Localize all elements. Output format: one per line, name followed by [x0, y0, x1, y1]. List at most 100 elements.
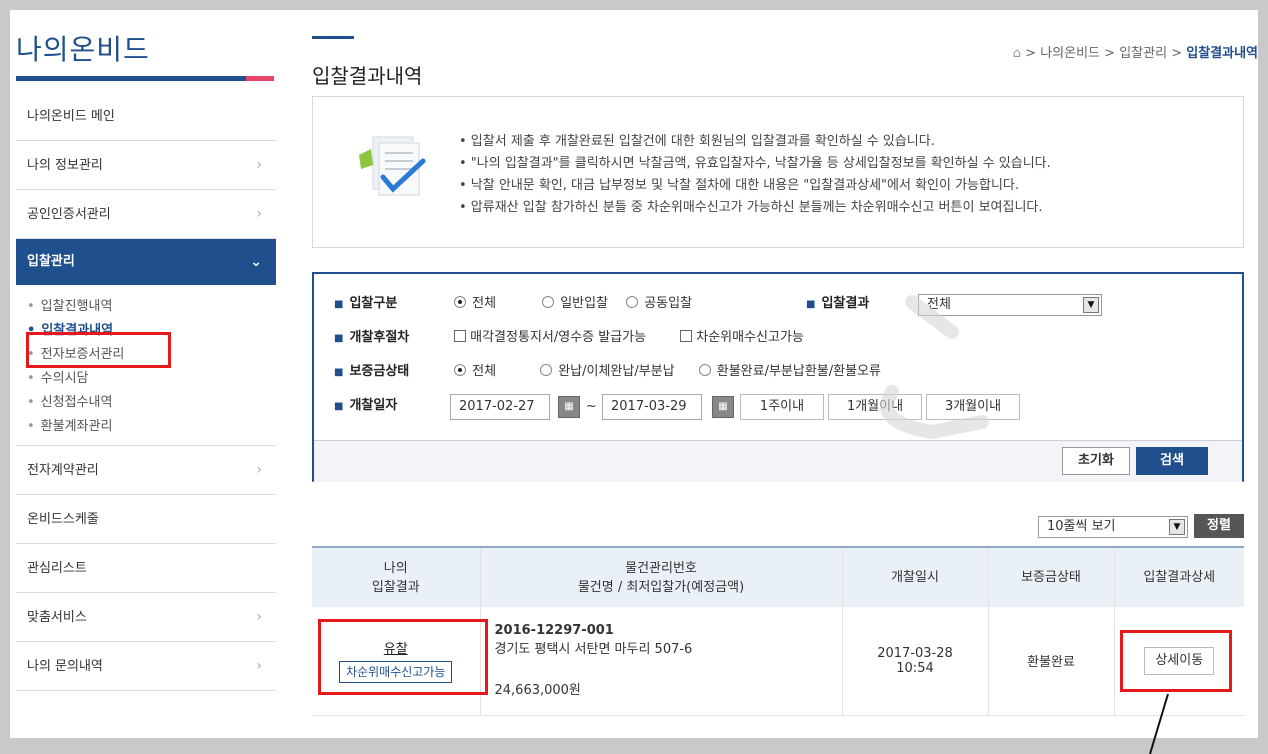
- highlight-box-result: [318, 619, 488, 695]
- col-header-detail: 입찰결과상세: [1113, 546, 1244, 607]
- after-procedure-row: ■ 개찰후절차 매각결정통지서/영수증 발급가능 차순위매수신고가능: [334, 326, 1034, 350]
- breadcrumb-item[interactable]: 입찰관리: [1119, 46, 1167, 61]
- item-price: 24,663,000원: [494, 683, 581, 699]
- period-3month-button[interactable]: 3개월이내: [926, 394, 1020, 420]
- date-from-input[interactable]: 2017-02-27: [450, 394, 550, 420]
- item-number: 2016-12297-001: [494, 623, 614, 639]
- search-button[interactable]: 검색: [1136, 447, 1208, 475]
- cell-item: 2016-12297-001 경기도 평택시 서탄면 마두리 507-6 24,…: [479, 607, 842, 716]
- chevron-right-icon: ›: [256, 462, 262, 478]
- col-header-my-result: 나의 입찰결과: [312, 546, 480, 607]
- period-1week-button[interactable]: 1주이내: [740, 394, 824, 420]
- submenu-item-applications[interactable]: • 신청접수내역: [27, 391, 276, 415]
- bid-type-radio-general[interactable]: 일반입찰: [542, 292, 608, 316]
- open-date: 2017-03-28: [877, 645, 953, 661]
- sidebar-item-bid-management[interactable]: 입찰관리 ⌄: [16, 239, 276, 285]
- calendar-icon[interactable]: ▦: [712, 396, 734, 418]
- sidebar: 나의온비드 나의온비드 메인 나의 정보관리 › 공인인증서관리 › 입찰관리 …: [10, 10, 276, 738]
- sidebar-item-label: 나의온비드 메인: [27, 109, 115, 124]
- sidebar-item-schedule[interactable]: 온비드스케줄: [16, 495, 276, 544]
- bid-type-row: ■ 입찰구분 전체 일반입찰 공동입찰: [334, 292, 854, 316]
- brand-underline-accent: [246, 76, 274, 81]
- submenu-item-refund-account[interactable]: • 환불계좌관리: [27, 415, 276, 439]
- chevron-right-icon: ›: [256, 609, 262, 625]
- bid-result-select[interactable]: 전체 ▼: [918, 294, 1102, 316]
- deposit-radio-all[interactable]: 전체: [454, 360, 496, 384]
- sidebar-item-label: 맞춤서비스: [27, 610, 87, 625]
- sidebar-item-main[interactable]: 나의온비드 메인: [16, 92, 276, 141]
- open-time: 10:54: [896, 660, 934, 676]
- info-line: • 입찰서 제출 후 개찰완료된 입찰건에 대한 회원님의 입찰결과를 확인하실…: [459, 134, 935, 149]
- cell-open-date: 2017-03-28 10:54: [841, 607, 988, 716]
- cell-deposit: 환불완료: [987, 607, 1114, 716]
- date-to-input[interactable]: 2017-03-29: [602, 394, 702, 420]
- bid-type-radio-all[interactable]: 전체: [454, 292, 496, 316]
- page-title: 입찰결과내역: [312, 64, 423, 88]
- sidebar-brand: 나의온비드: [16, 33, 150, 66]
- submenu-item-bid-progress[interactable]: • 입찰진행내역: [27, 295, 276, 319]
- sidebar-item-label: 온비드스케줄: [27, 512, 99, 527]
- field-label: ■ 입찰구분: [334, 296, 398, 311]
- sidebar-item-label: 나의 문의내역: [27, 659, 103, 674]
- highlight-box-submenu: [26, 332, 171, 368]
- sidebar-menu: 나의온비드 메인 나의 정보관리 › 공인인증서관리 › 입찰관리 ⌄ • 입찰진…: [16, 92, 276, 691]
- info-box: • 입찰서 제출 후 개찰완료된 입찰건에 대한 회원님의 입찰결과를 확인하실…: [312, 96, 1244, 248]
- table-header-row: 나의 입찰결과 물건관리번호 물건명 / 최저입찰가(예정금액) 개찰일시 보증금상…: [312, 546, 1244, 607]
- checkbox-secondary-bid-available[interactable]: 차순위매수신고가능: [680, 326, 804, 350]
- chevron-right-icon: ›: [256, 658, 262, 674]
- info-line: • 압류재산 입찰 참가하신 분들 중 차순위매수신고가 가능하신 분들께는 차…: [459, 200, 1043, 215]
- search-fields: ■ 입찰구분 전체 일반입찰 공동입찰 ■ 입찰결과 전체 ▼ ■ 개찰후절차 매각결…: [314, 274, 1242, 440]
- info-line: • 낙찰 안내문 확인, 대금 납부정보 및 낙찰 절차에 대한 내용은 "입찰…: [459, 178, 1020, 193]
- chevron-right-icon: ›: [256, 157, 262, 173]
- col-header-item: 물건관리번호 물건명 / 최저입찰가(예정금액): [479, 546, 842, 607]
- field-label: ■ 개찰일자: [334, 398, 398, 413]
- page-size-select[interactable]: 10줄씩 보기 ▼: [1038, 516, 1188, 538]
- calendar-icon[interactable]: ▦: [558, 396, 580, 418]
- date-row-label: ■ 개찰일자: [334, 394, 450, 418]
- chevron-right-icon: ›: [256, 206, 262, 222]
- breadcrumb-sep: >: [1104, 46, 1116, 61]
- chevron-down-icon: ⌄: [250, 254, 262, 270]
- sort-button[interactable]: 정렬: [1194, 514, 1244, 538]
- sidebar-item-custom-service[interactable]: 맞춤서비스 ›: [16, 593, 276, 642]
- page-frame: 나의온비드 나의온비드 메인 나의 정보관리 › 공인인증서관리 › 입찰관리 …: [10, 10, 1258, 738]
- list-controls: 10줄씩 보기 ▼ 정렬: [312, 514, 1244, 540]
- breadcrumb-current: 입찰결과내역: [1186, 46, 1258, 61]
- search-actions: 초기화 검색: [314, 440, 1242, 482]
- sidebar-item-certificate[interactable]: 공인인증서관리 ›: [16, 190, 276, 239]
- info-line: • "나의 입찰결과"를 클릭하시면 낙찰금액, 유효입찰자수, 낙찰가율 등 …: [459, 156, 1051, 171]
- sidebar-item-label: 입찰관리: [27, 254, 75, 269]
- sidebar-item-label: 관심리스트: [27, 561, 87, 576]
- main-content: 입찰결과내역 ⌂ > 나의온비드 > 입찰관리 > 입찰결과내역 • 입찰서 제…: [312, 10, 1258, 738]
- field-label: ■ 개찰후절차: [334, 330, 410, 345]
- info-list: • 입찰서 제출 후 개찰완료된 입찰건에 대한 회원님의 입찰결과를 확인하실…: [459, 131, 1051, 219]
- deposit-radio-refunded[interactable]: 환불완료/부분납환불/환불오류: [698, 360, 881, 384]
- col-header-open-date: 개찰일시: [841, 546, 988, 607]
- checkbox-receipt-available[interactable]: 매각결정통지서/영수증 발급가능: [454, 326, 646, 350]
- sidebar-item-watchlist[interactable]: 관심리스트: [16, 544, 276, 593]
- deposit-status-row: ■ 보증금상태 전체 완납/이체완납/부분납 환불완료/부분납환불/환불오류: [334, 360, 1134, 384]
- sidebar-item-label: 공인인증서관리: [27, 207, 111, 222]
- breadcrumb-item[interactable]: 나의온비드: [1040, 46, 1100, 61]
- sidebar-item-e-contract[interactable]: 전자계약관리 ›: [16, 446, 276, 495]
- bid-type-radio-joint[interactable]: 공동입찰: [626, 292, 692, 316]
- col-header-deposit: 보증금상태: [987, 546, 1114, 607]
- home-icon[interactable]: ⌂: [1013, 46, 1021, 61]
- field-label: ■ 입찰결과: [806, 296, 870, 311]
- highlight-box-detail: [1120, 630, 1232, 692]
- deposit-radio-paid[interactable]: 완납/이체완납/부분납: [540, 360, 675, 384]
- title-marker: [312, 36, 354, 39]
- sidebar-item-label: 전자계약관리: [27, 463, 99, 478]
- sidebar-item-my-inquiries[interactable]: 나의 문의내역 ›: [16, 642, 276, 691]
- document-check-icon: [359, 136, 426, 196]
- date-tilde: ~: [586, 399, 597, 414]
- submenu-item-negotiation[interactable]: • 수의시담: [27, 367, 276, 391]
- chevron-down-icon: ▼: [1169, 519, 1185, 535]
- breadcrumb-sep: >: [1171, 46, 1183, 61]
- period-1month-button[interactable]: 1개월이내: [828, 394, 922, 420]
- reset-button[interactable]: 초기화: [1062, 447, 1130, 475]
- field-label: ■ 보증금상태: [334, 364, 410, 379]
- item-name: 경기도 평택시 서탄면 마두리 507-6: [494, 642, 693, 658]
- sidebar-item-my-info[interactable]: 나의 정보관리 ›: [16, 141, 276, 190]
- chevron-down-icon: ▼: [1083, 297, 1099, 313]
